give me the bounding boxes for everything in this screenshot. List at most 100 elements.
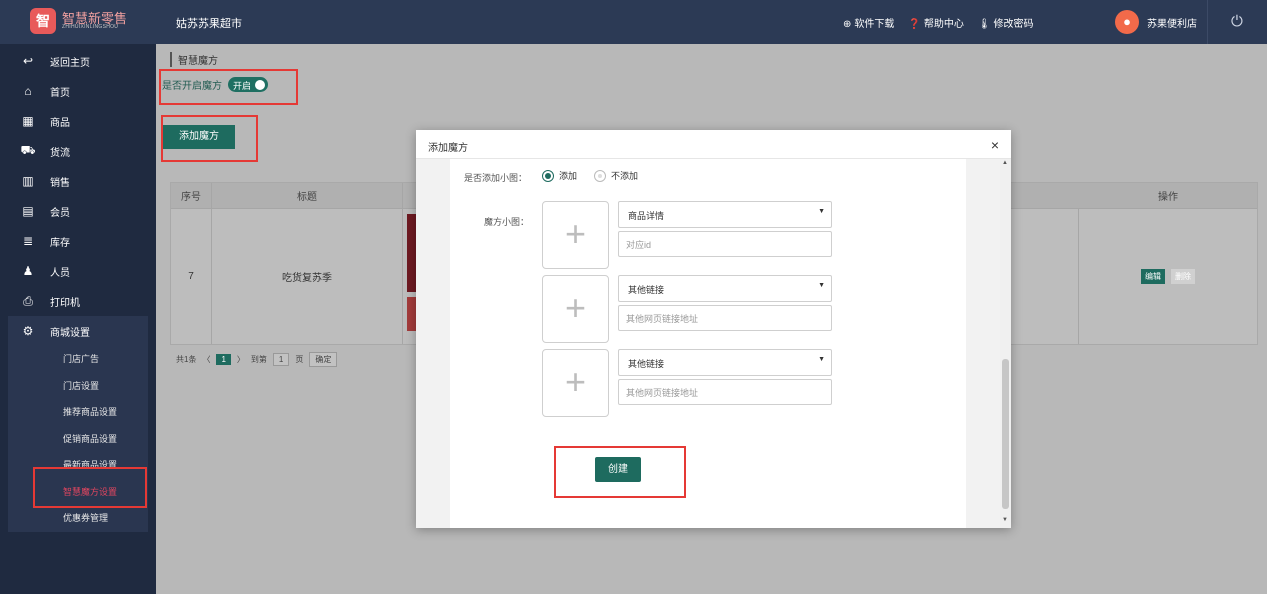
add-magic-cube-dialog: 添加魔方 × ▲ ▼ 是否添加小图： 添加 不添加 魔方小图： + 商品详情 ▼ … <box>416 130 1011 528</box>
edit-button[interactable]: 编辑 <box>1141 269 1165 284</box>
gear-icon: ⚙ <box>22 324 34 338</box>
plus-icon: + <box>564 361 587 402</box>
sidebar-subitem-promotion[interactable]: 促销商品设置 <box>8 426 148 453</box>
pager-total: 共1条 <box>176 355 197 364</box>
sidebar-item-label: 商城设置 <box>50 327 90 339</box>
row-title: 吃货复苏季 <box>212 209 403 344</box>
pager-goto-label: 到第 <box>250 355 267 364</box>
sidebar-item-printer[interactable]: ⎙ 打印机 <box>0 286 156 316</box>
link-target-input-1[interactable]: 对应id <box>618 231 832 257</box>
column-header-index: 序号 <box>171 183 212 208</box>
scroll-down-arrow[interactable]: ▼ <box>1002 517 1008 523</box>
image-upload-1[interactable]: + <box>542 201 609 269</box>
sidebar-item-label: 货流 <box>50 147 70 159</box>
top-bar: 智 智慧新零售 ZHIHUIXINLINGSHOU 姑苏苏果超市 ⊕ 软件下载 ❓… <box>0 0 1267 44</box>
sidebar: ↩ 返回主页 ⌂ 首页 ▦ 商品 ⛟ 货流 ▥ 销售 ▤ 会员 ≣ 库存 ♟ 人员 ⎙ 打印机 ⚙… <box>0 44 156 594</box>
change-password-link[interactable]: 🌡 修改密码 <box>978 15 1034 30</box>
sidebar-item-members[interactable]: ▤ 会员 <box>0 196 156 226</box>
radio-selected-icon <box>542 169 554 182</box>
dialog-body: 是否添加小图： 添加 不添加 魔方小图： + 商品详情 ▼ 对应id + 其他链接… <box>450 159 966 528</box>
sidebar-item-stock[interactable]: ≣ 库存 <box>0 226 156 256</box>
input-placeholder: 其他网页链接地址 <box>626 314 699 324</box>
member-card-icon: ▤ <box>22 204 34 218</box>
input-placeholder: 其他网页链接地址 <box>626 388 699 398</box>
column-header-actions: 操作 <box>1158 192 1178 203</box>
highlight-add-button <box>161 115 258 162</box>
sidebar-subitem-store-ads[interactable]: 门店广告 <box>8 346 148 373</box>
sidebar-item-mall-settings[interactable]: ⚙ 商城设置 <box>8 316 148 346</box>
select-value: 其他链接 <box>628 359 665 369</box>
sidebar-item-home[interactable]: ⌂ 首页 <box>0 76 156 106</box>
scrollbar-thumb[interactable] <box>1002 359 1009 509</box>
user-menu[interactable]: ● 苏果便利店 <box>1115 10 1197 34</box>
truck-icon: ⛟ <box>20 143 36 157</box>
pager-prev[interactable]: 〈 <box>202 354 210 365</box>
radio-no-add[interactable]: 不添加 <box>594 169 638 182</box>
avatar: ● <box>1115 10 1139 34</box>
image-upload-2[interactable]: + <box>542 275 609 343</box>
highlight-create-button <box>554 446 686 498</box>
chevron-down-icon: ▼ <box>818 208 825 215</box>
back-icon: ↩ <box>22 54 34 68</box>
power-icon[interactable]: ⏻ <box>1231 13 1243 30</box>
input-placeholder: 对应id <box>626 240 652 250</box>
help-link[interactable]: ❓ 帮助中心 <box>908 15 963 30</box>
sidebar-item-back[interactable]: ↩ 返回主页 <box>0 46 156 76</box>
sidebar-item-label: 销售 <box>50 177 70 189</box>
link-target-input-3[interactable]: 其他网页链接地址 <box>618 379 832 405</box>
row-index: 7 <box>171 209 212 344</box>
pager-confirm-button[interactable]: 确定 <box>309 352 338 367</box>
pagination: 共1条 〈 1 〉 到第 1 页 确定 <box>176 352 338 367</box>
image-upload-3[interactable]: + <box>542 349 609 417</box>
sidebar-item-label: 库存 <box>50 237 70 249</box>
grid-icon: ▦ <box>22 114 34 128</box>
top-links: ⊕ 软件下载 ❓ 帮助中心 🌡 修改密码 <box>843 15 1034 30</box>
sidebar-subitem-coupons[interactable]: 优惠券管理 <box>8 505 148 532</box>
help-label: 帮助中心 <box>923 19 964 30</box>
logo-mark: 智 <box>30 8 56 34</box>
sidebar-item-label: 商品 <box>50 117 70 129</box>
download-link[interactable]: ⊕ 软件下载 <box>843 15 894 30</box>
database-icon: ≣ <box>22 234 34 248</box>
column-header-title: 标题 <box>212 183 403 208</box>
dialog-left-gutter <box>416 159 450 528</box>
key-icon: 🌡 <box>977 19 991 30</box>
logo[interactable]: 智 智慧新零售 ZHIHUIXINLINGSHOU <box>30 8 127 34</box>
home-icon: ⌂ <box>24 84 32 98</box>
close-icon[interactable]: × <box>991 137 999 153</box>
highlight-sidebar-active <box>33 467 147 508</box>
plus-icon: + <box>564 213 587 254</box>
sidebar-item-staff[interactable]: ♟ 人员 <box>0 256 156 286</box>
delete-button[interactable]: 删除 <box>1171 269 1195 284</box>
change-password-label: 修改密码 <box>993 19 1034 30</box>
pager-current-page[interactable]: 1 <box>216 354 231 365</box>
radio-add[interactable]: 添加 <box>542 169 577 182</box>
plus-icon: + <box>564 287 587 328</box>
select-value: 其他链接 <box>628 285 665 295</box>
user-name: 苏果便利店 <box>1147 18 1197 30</box>
add-small-image-label: 是否添加小图： <box>464 173 528 183</box>
sidebar-item-goods[interactable]: ▦ 商品 <box>0 106 156 136</box>
dialog-right-gutter <box>966 159 1000 528</box>
radio-add-label: 添加 <box>559 171 578 181</box>
dialog-scrollbar[interactable]: ▲ ▼ <box>1000 159 1011 528</box>
sidebar-item-label: 人员 <box>50 267 70 279</box>
link-type-select-3[interactable]: 其他链接 ▼ <box>618 349 832 376</box>
pager-next[interactable]: 〉 <box>237 354 245 365</box>
sidebar-subitem-recommended[interactable]: 推荐商品设置 <box>8 399 148 426</box>
scroll-up-arrow[interactable]: ▲ <box>1002 160 1008 166</box>
sidebar-subitem-store-settings[interactable]: 门店设置 <box>8 373 148 400</box>
radio-no-add-label: 不添加 <box>611 171 639 181</box>
help-icon: ❓ <box>908 19 921 30</box>
sidebar-item-sales[interactable]: ▥ 销售 <box>0 166 156 196</box>
link-type-select-1[interactable]: 商品详情 ▼ <box>618 201 832 228</box>
highlight-toggle <box>159 69 298 105</box>
link-type-select-2[interactable]: 其他链接 ▼ <box>618 275 832 302</box>
link-target-input-2[interactable]: 其他网页链接地址 <box>618 305 832 331</box>
select-value: 商品详情 <box>628 211 665 221</box>
chevron-down-icon: ▼ <box>818 356 825 363</box>
sidebar-item-logistics[interactable]: ⛟ 货流 <box>0 136 156 166</box>
pager-goto-input[interactable]: 1 <box>272 353 290 366</box>
sidebar-item-label: 返回主页 <box>50 57 90 69</box>
logo-subtitle: ZHIHUIXINLINGSHOU <box>62 24 119 30</box>
